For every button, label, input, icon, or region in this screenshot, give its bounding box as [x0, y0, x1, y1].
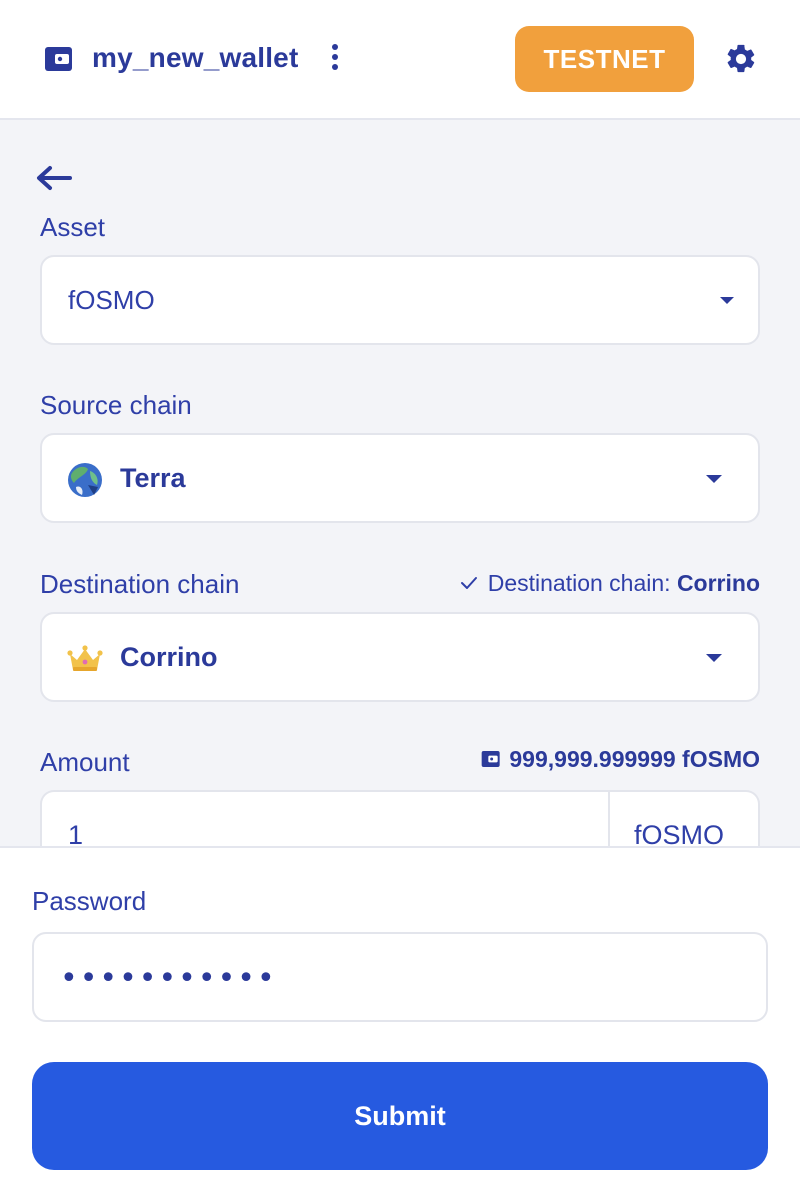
network-badge[interactable]: TESTNET [515, 26, 694, 92]
amount-label: Amount [40, 747, 130, 777]
footer-panel: Password Submit [0, 846, 800, 1200]
source-chain-value: Terra [120, 463, 186, 493]
password-label: Password [32, 886, 147, 916]
password-input[interactable] [60, 958, 740, 998]
balance-display: 999,999.999999 fOSMO [481, 746, 760, 773]
chevron-down-icon [720, 297, 734, 304]
chevron-down-icon [706, 654, 722, 662]
source-chain-select[interactable]: Terra [40, 433, 760, 523]
crown-icon [66, 640, 104, 678]
destination-chain-hint: Destination chain: Corrino [458, 570, 760, 597]
balance-value: 999,999.999999 fOSMO [509, 746, 760, 772]
terra-globe-icon [66, 461, 104, 499]
asset-select[interactable]: fOSMO [40, 255, 760, 345]
asset-value: fOSMO [68, 285, 155, 315]
destination-hint-value: Corrino [676, 570, 760, 596]
destination-chain-select[interactable]: Corrino [40, 612, 760, 702]
asset-label: Asset [40, 212, 106, 242]
chevron-down-icon [706, 475, 722, 483]
back-arrow-icon[interactable] [34, 160, 74, 196]
source-chain-label: Source chain [40, 390, 192, 420]
destination-chain-label: Destination chain [40, 569, 240, 599]
check-icon [458, 572, 480, 594]
destination-chain-value: Corrino [120, 642, 218, 672]
wallet-icon [481, 748, 501, 768]
more-options-icon[interactable] [328, 44, 342, 74]
password-field [32, 932, 768, 1022]
wallet-name[interactable]: my_new_wallet [92, 42, 298, 74]
app-header: my_new_wallet TESTNET [0, 0, 800, 120]
wallet-icon [44, 44, 74, 74]
submit-button[interactable]: Submit [32, 1062, 768, 1170]
gear-icon[interactable] [724, 42, 758, 76]
destination-hint-prefix: Destination chain: [487, 570, 671, 596]
